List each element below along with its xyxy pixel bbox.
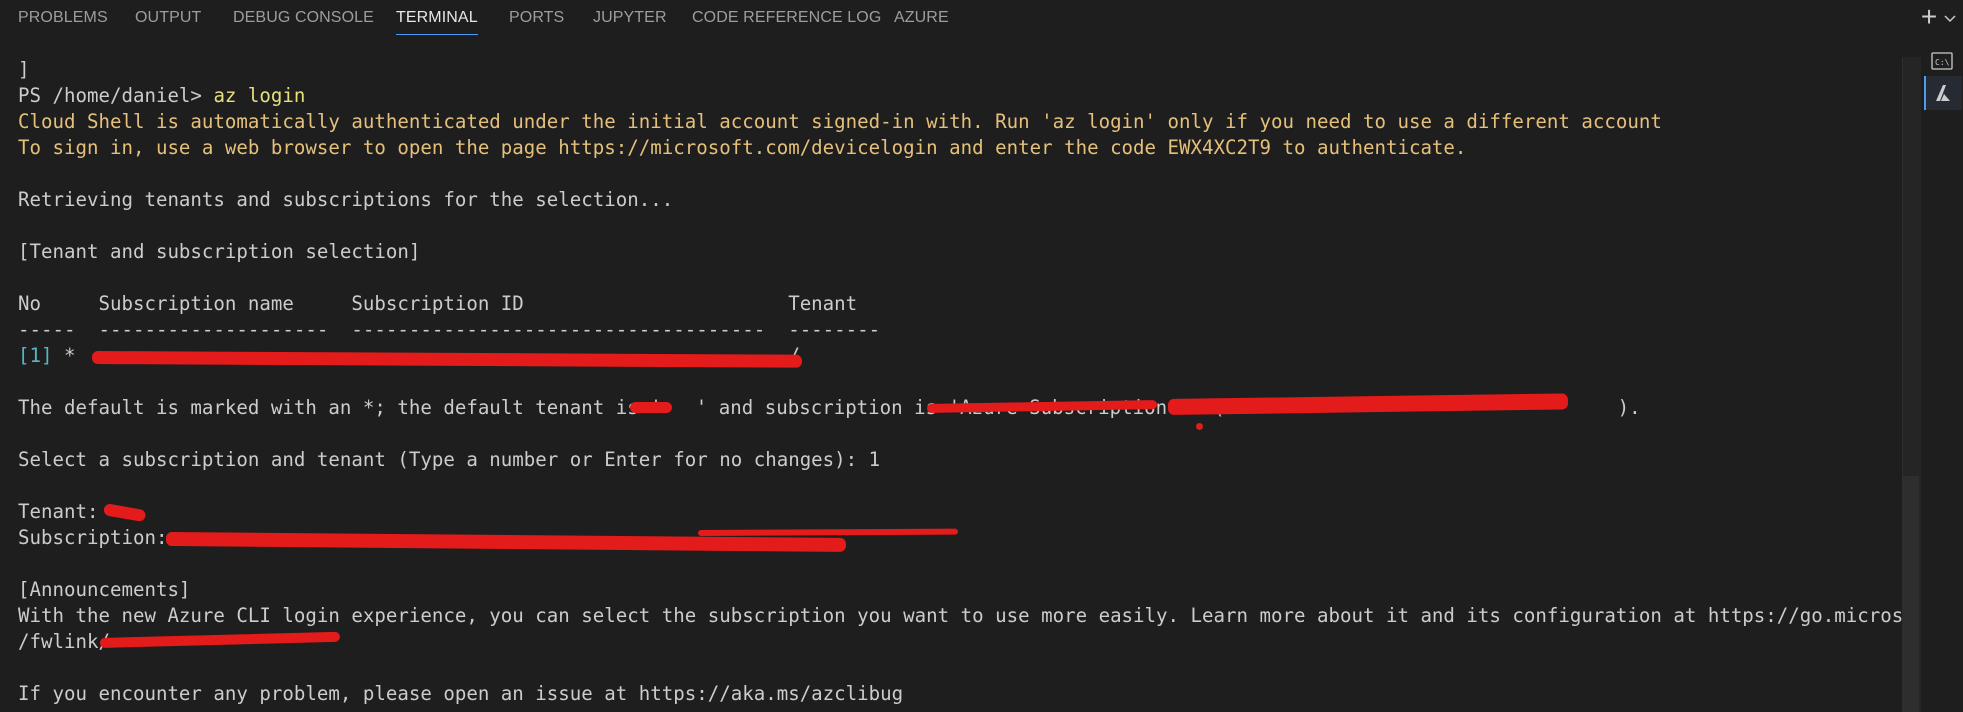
table-header: No Subscription name Subscription ID Ten… — [18, 292, 858, 315]
terminal-instance-powershell[interactable]: C:\ — [1924, 45, 1960, 79]
terminal-line: To sign in, use a web browser to open th… — [18, 136, 1467, 159]
default-text: ' and subscription is ' — [695, 396, 961, 419]
default-text: The default is marked with an *; the def… — [18, 396, 662, 419]
terminal-line: Retrieving tenants and subscriptions for… — [18, 188, 674, 211]
redaction-mark — [1167, 393, 1569, 415]
terminal-output[interactable]: ] PS /home/daniel> az login Cloud Shell … — [18, 57, 1963, 712]
announcement-link: /fwlink/ — [18, 630, 110, 653]
blank-line — [18, 421, 1898, 447]
redaction-mark — [1196, 423, 1203, 430]
terminal-line: [Tenant and subscription selection] — [18, 240, 421, 263]
scrollbar-thumb[interactable] — [1903, 476, 1919, 712]
tab-jupyter[interactable]: JUPYTER — [593, 9, 667, 27]
terminal-line: Select a subscription and tenant (Type a… — [18, 448, 881, 471]
tab-problems[interactable]: PROBLEMS — [18, 9, 108, 27]
tab-debug-console[interactable]: DEBUG CONSOLE — [233, 9, 374, 27]
redaction-mark — [697, 528, 959, 536]
tab-azure[interactable]: AZURE — [894, 9, 949, 27]
subscription-label: Subscription: — [18, 526, 179, 549]
panel-tab-bar: PROBLEMS OUTPUT DEBUG CONSOLE TERMINAL P… — [0, 0, 1963, 40]
terminal-line: PS /home/daniel> az login — [18, 83, 1898, 109]
terminal-line: With the new Azure CLI login experience,… — [18, 604, 1963, 627]
terminal-list — [1921, 40, 1963, 712]
tab-output[interactable]: OUTPUT — [135, 9, 201, 27]
terminal-line: Tenant: — [18, 499, 1898, 525]
tenant-label: Tenant: — [18, 500, 110, 523]
plus-icon[interactable]: + — [1917, 2, 1941, 32]
terminal-line: ] — [18, 58, 30, 81]
tab-code-reference-log[interactable]: CODE REFERENCE LOG — [692, 9, 881, 27]
tab-terminal[interactable]: TERMINAL — [396, 9, 478, 35]
redaction-mark — [630, 402, 672, 413]
default-text: ). — [1617, 396, 1641, 419]
table-row: [1] * / — [18, 343, 1898, 369]
terminal-line: /fwlink/ — [18, 629, 1898, 655]
terminal-line: If you encounter any problem, please ope… — [18, 682, 904, 705]
table-rule: ----- -------------------- -------------… — [18, 318, 881, 341]
terminal-line: The default is marked with an *; the def… — [18, 393, 1898, 421]
terminal-line: [Announcements] — [18, 578, 191, 601]
redaction-mark — [99, 631, 341, 648]
command-text: az login — [213, 84, 306, 107]
tab-ports[interactable]: PORTS — [509, 9, 564, 27]
azure-icon — [1926, 85, 1960, 114]
terminal-line: Cloud Shell is automatically authenticat… — [18, 110, 1662, 133]
terminal-line: Subscription: — [18, 525, 1898, 552]
shell-prompt: PS /home/daniel> — [18, 84, 214, 107]
redaction-mark — [91, 351, 803, 368]
terminal-instance-azure[interactable] — [1924, 76, 1962, 110]
chevron-down-icon[interactable] — [1942, 10, 1958, 26]
svg-text:C:\: C:\ — [1935, 58, 1950, 67]
row-index: [1] — [18, 344, 53, 367]
